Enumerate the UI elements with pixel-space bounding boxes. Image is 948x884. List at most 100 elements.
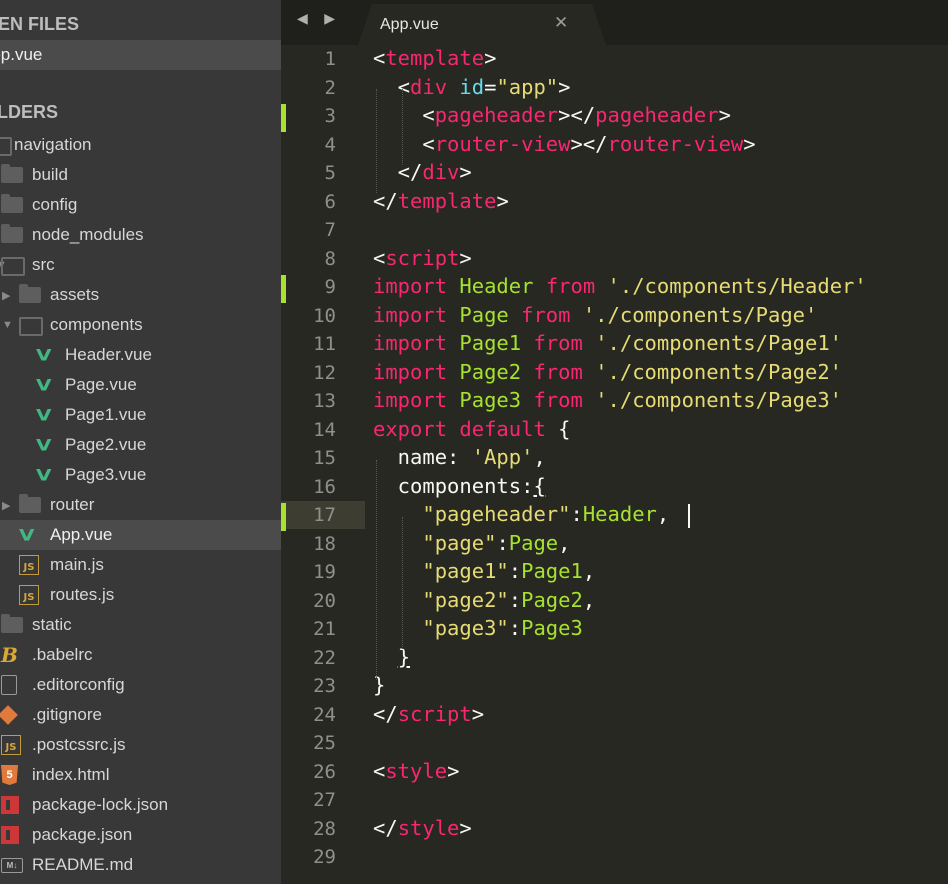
code-line[interactable]: } bbox=[373, 645, 410, 669]
code-token: > bbox=[743, 131, 756, 156]
tree-item-babelrc[interactable]: B .babelrc bbox=[0, 640, 281, 670]
code-line[interactable]: <router-view></router-view> bbox=[373, 131, 756, 156]
tree-item-static[interactable]: static bbox=[0, 610, 281, 640]
code-token: Page1 bbox=[459, 331, 522, 355]
code-line[interactable]: "pageheader":Header, bbox=[373, 502, 669, 526]
tab-navigation-arrows-icon[interactable]: ◀ ▶ bbox=[297, 11, 341, 27]
tree-item-components[interactable]: ▼ components bbox=[0, 310, 281, 340]
tree-item-package-lock-json[interactable]: package-lock.json bbox=[0, 790, 281, 820]
code-token: Page1 bbox=[521, 559, 583, 583]
html-icon: 5 bbox=[1, 765, 18, 785]
code-token: < bbox=[373, 74, 411, 99]
code-token: Header bbox=[582, 502, 657, 526]
code-line[interactable]: <pageheader></pageheader> bbox=[373, 103, 731, 127]
tree-item-build[interactable]: build bbox=[0, 160, 281, 190]
tree-item-router[interactable]: ▶ router bbox=[0, 490, 281, 520]
vue-icon: V bbox=[36, 435, 52, 455]
code-line[interactable]: "page2":Page2, bbox=[373, 588, 595, 612]
code-line[interactable]: "page1":Page1, bbox=[373, 559, 595, 583]
tree-item-main-js[interactable]: JS main.js bbox=[0, 550, 281, 580]
tree-icon-wrapper bbox=[19, 317, 43, 336]
code-token: ></ bbox=[558, 103, 596, 127]
code-token: ></ bbox=[570, 131, 608, 156]
line-number: 13 bbox=[313, 390, 336, 412]
line-number: 17 bbox=[313, 504, 336, 526]
tree-item-header-vue[interactable]: V Header.vue bbox=[0, 340, 281, 370]
tree-icon-wrapper bbox=[1, 257, 25, 276]
code-editor[interactable]: 1 2 3 4 5 6 7 8 9 10 11 12 13 14 15 16 17 18 19 20 21 22 23 24 2… bbox=[281, 45, 948, 884]
code-token: Page2 bbox=[521, 587, 583, 612]
code-token: import bbox=[373, 359, 448, 384]
tree-item-postcssrc-js[interactable]: JS .postcssrc.js bbox=[0, 730, 281, 760]
code-line[interactable]: import Page3 from './components/Page3' bbox=[373, 388, 842, 412]
code-token: > bbox=[558, 74, 571, 99]
tab-bar: ◀ ▶ App.vue ✕ bbox=[281, 0, 948, 45]
tree-icon-wrapper: V bbox=[36, 403, 51, 427]
code-line[interactable]: import Header from './components/Header' bbox=[373, 274, 867, 298]
code-token: Page3 bbox=[459, 388, 522, 412]
tree-item-navigation[interactable]: navigation bbox=[0, 130, 281, 160]
line-number: 11 bbox=[313, 333, 336, 355]
tree-item-label: assets bbox=[50, 285, 100, 304]
code-line[interactable]: </template> bbox=[373, 189, 509, 213]
expand-arrow-right-icon[interactable]: ▶ bbox=[2, 499, 10, 512]
tree-item-app-vue[interactable]: V App.vue bbox=[0, 520, 281, 550]
code-line[interactable]: </script> bbox=[373, 702, 484, 726]
tree-item-page1-vue[interactable]: V Page1.vue bbox=[0, 400, 281, 430]
tree-item-page2-vue[interactable]: V Page2.vue bbox=[0, 430, 281, 460]
line-number: 25 bbox=[313, 732, 336, 754]
tree-item-assets[interactable]: ▶ assets bbox=[0, 280, 281, 310]
expand-arrow-right-icon[interactable]: ▶ bbox=[2, 289, 10, 302]
tree-item-index-html[interactable]: 5 index.html bbox=[0, 760, 281, 790]
code-token: template bbox=[385, 46, 485, 70]
tree-icon-wrapper: JS bbox=[1, 735, 21, 755]
tree-item-routes-js[interactable]: JS routes.js bbox=[0, 580, 281, 610]
vue-icon: V bbox=[36, 375, 52, 395]
tree-item-readme-md[interactable]: M↓ README.md bbox=[0, 850, 281, 880]
code-token: , bbox=[582, 559, 596, 583]
tree-item-src[interactable]: ▼ src bbox=[0, 250, 281, 280]
code-line[interactable]: import Page from './components/Page' bbox=[373, 303, 817, 327]
tree-icon-wrapper bbox=[1, 796, 19, 814]
tree-item-label: package-lock.json bbox=[32, 795, 169, 814]
tree-item-editorconfig[interactable]: .editorconfig bbox=[0, 670, 281, 700]
code-line[interactable]: export default { bbox=[373, 417, 571, 441]
code-line[interactable]: import Page2 from './components/Page2' bbox=[373, 360, 842, 384]
text-cursor bbox=[688, 504, 690, 528]
code-line[interactable]: } bbox=[373, 673, 385, 697]
code-line[interactable]: "page3":Page3 bbox=[373, 616, 583, 640]
tree-item-label: routes.js bbox=[50, 585, 115, 604]
vue-icon: V bbox=[19, 525, 35, 545]
expand-arrow-down-icon[interactable]: ▼ bbox=[2, 319, 13, 331]
tree-item-label: .editorconfig bbox=[32, 675, 125, 694]
code-line[interactable]: name: 'App', bbox=[373, 445, 546, 469]
tab-app-vue[interactable]: App.vue ✕ bbox=[358, 4, 606, 45]
tree-item-gitignore[interactable]: .gitignore bbox=[0, 700, 281, 730]
line-number: 9 bbox=[324, 276, 336, 298]
open-file-app-vue[interactable]: App.vue bbox=[0, 40, 281, 70]
code-line[interactable]: <style> bbox=[373, 759, 459, 783]
code-line[interactable]: import Page1 from './components/Page1' bbox=[373, 331, 842, 355]
tree-item-page3-vue[interactable]: V Page3.vue bbox=[0, 460, 281, 490]
code-line[interactable]: components:{ bbox=[373, 474, 546, 498]
tree-item-page-vue[interactable]: V Page.vue bbox=[0, 370, 281, 400]
code-line[interactable]: </div> bbox=[373, 160, 472, 184]
code-token: from bbox=[521, 302, 571, 327]
tree-item-package-json[interactable]: package.json bbox=[0, 820, 281, 850]
line-number: 16 bbox=[313, 475, 336, 498]
tree-item-node-modules[interactable]: node_modules bbox=[0, 220, 281, 250]
indent-guide bbox=[376, 460, 377, 680]
code-line[interactable]: </style> bbox=[373, 816, 472, 840]
code-token: components: bbox=[373, 473, 534, 498]
code-line[interactable]: <template> bbox=[373, 46, 496, 70]
tree-item-config[interactable]: config bbox=[0, 190, 281, 220]
tree-item-label: components bbox=[50, 315, 143, 334]
close-icon[interactable]: ✕ bbox=[554, 13, 568, 33]
code-token: Page3 bbox=[521, 616, 583, 640]
line-number: 14 bbox=[313, 418, 336, 441]
folder-open-icon bbox=[1, 257, 25, 276]
code-line[interactable]: <script> bbox=[373, 246, 472, 270]
